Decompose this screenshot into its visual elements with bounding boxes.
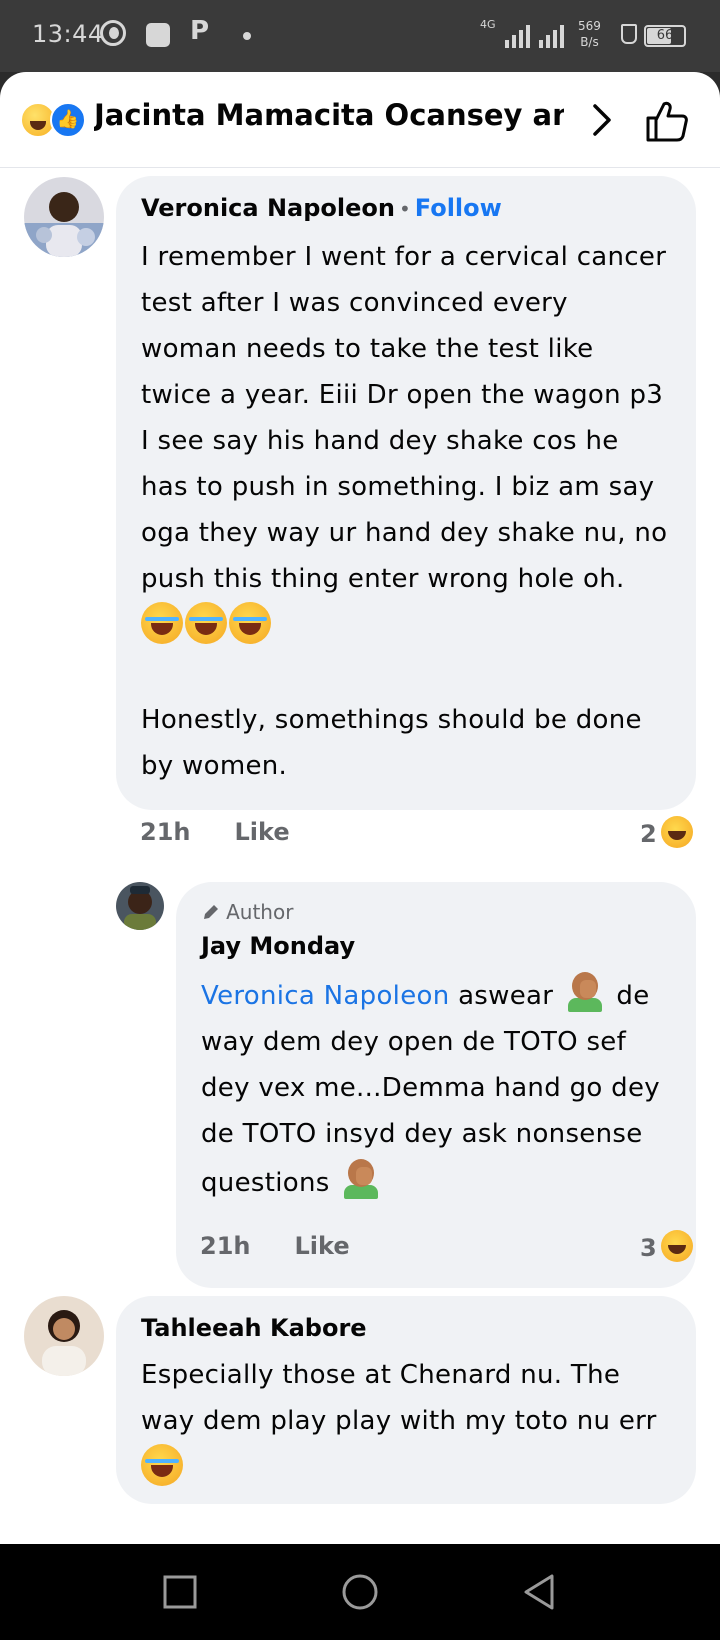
reaction-count[interactable]: 2	[640, 816, 693, 848]
reactions-summary[interactable]: 👍	[20, 102, 86, 138]
laughing-emoji-icon	[185, 602, 227, 644]
author-badge: Author	[201, 900, 293, 924]
chevron-right-icon[interactable]	[585, 102, 617, 138]
p-notification-icon: P	[190, 16, 210, 46]
home-button-icon[interactable]	[340, 1572, 380, 1612]
signal-icon	[505, 24, 564, 48]
like-button[interactable]: Like	[294, 1232, 349, 1260]
app-notification-icon	[100, 20, 126, 46]
status-bar: 13:44 P 4G 569 B/s 66	[0, 0, 720, 72]
next-comment-actions-partial	[140, 1524, 680, 1544]
laughing-emoji-icon	[229, 602, 271, 644]
comment-text: I remember I went for a cervical cancer …	[141, 242, 668, 781]
comment-author[interactable]: Jay Monday	[201, 932, 355, 960]
status-time: 13:44	[32, 20, 104, 48]
reactors-title[interactable]: Jacinta Mamacita Ocansey and...	[94, 98, 564, 132]
comment-bubble[interactable]: Tahleeah Kabore Especially those at Chen…	[116, 1296, 696, 1504]
comment-time: 21h	[200, 1232, 251, 1260]
sheet-header: 👍 Jacinta Mamacita Ocansey and...	[0, 72, 720, 168]
reply-bubble[interactable]: Author Jay Monday Veronica Napoleon aswe…	[176, 882, 696, 1288]
laughing-emoji-icon	[141, 602, 183, 644]
recents-button-icon[interactable]	[160, 1572, 200, 1612]
like-button[interactable]: Like	[234, 818, 289, 846]
avatar[interactable]	[24, 1296, 104, 1376]
comment-time: 21h	[140, 818, 191, 846]
app-notification-icon	[146, 23, 170, 47]
reply-actions: 21h Like	[200, 1232, 350, 1260]
separator-dot: •	[398, 197, 411, 221]
thumbs-up-icon[interactable]	[644, 98, 690, 144]
avatar[interactable]	[116, 882, 164, 930]
avatar[interactable]	[24, 177, 104, 257]
navigation-bar	[0, 1544, 720, 1640]
follow-button[interactable]: Follow	[415, 194, 502, 222]
haha-reaction-icon	[660, 1230, 693, 1262]
pencil-icon	[204, 905, 218, 919]
comment-author[interactable]: Veronica Napoleon	[141, 194, 395, 222]
network-type: 4G	[480, 18, 496, 31]
haha-reaction-icon	[660, 816, 693, 848]
comments-sheet: 👍 Jacinta Mamacita Ocansey and... Veroni…	[0, 72, 720, 1544]
comment-actions: 21h Like	[140, 818, 290, 846]
comment-bubble[interactable]: Veronica Napoleon • Follow I remember I we…	[116, 176, 696, 810]
more-notifications-icon	[243, 32, 251, 40]
battery-icon: 66	[644, 25, 686, 47]
comment-author[interactable]: Tahleeah Kabore	[141, 1314, 367, 1342]
laughing-emoji-icon	[141, 1444, 183, 1486]
reply-text: Veronica Napoleon aswear de way dem dey …	[201, 970, 681, 1206]
battery-level: 66	[656, 28, 674, 43]
facepalm-emoji-icon	[342, 1157, 380, 1199]
comment-text: Especially those at Chenard nu. The way …	[141, 1352, 671, 1493]
mention-link[interactable]: Veronica Napoleon	[201, 981, 449, 1011]
reaction-count[interactable]: 3	[640, 1230, 693, 1262]
lab-icon	[621, 24, 637, 44]
network-speed: 569 B/s	[578, 19, 601, 49]
like-reaction-icon: 👍	[50, 102, 86, 138]
back-button-icon[interactable]	[520, 1572, 560, 1612]
facepalm-emoji-icon	[566, 970, 604, 1012]
